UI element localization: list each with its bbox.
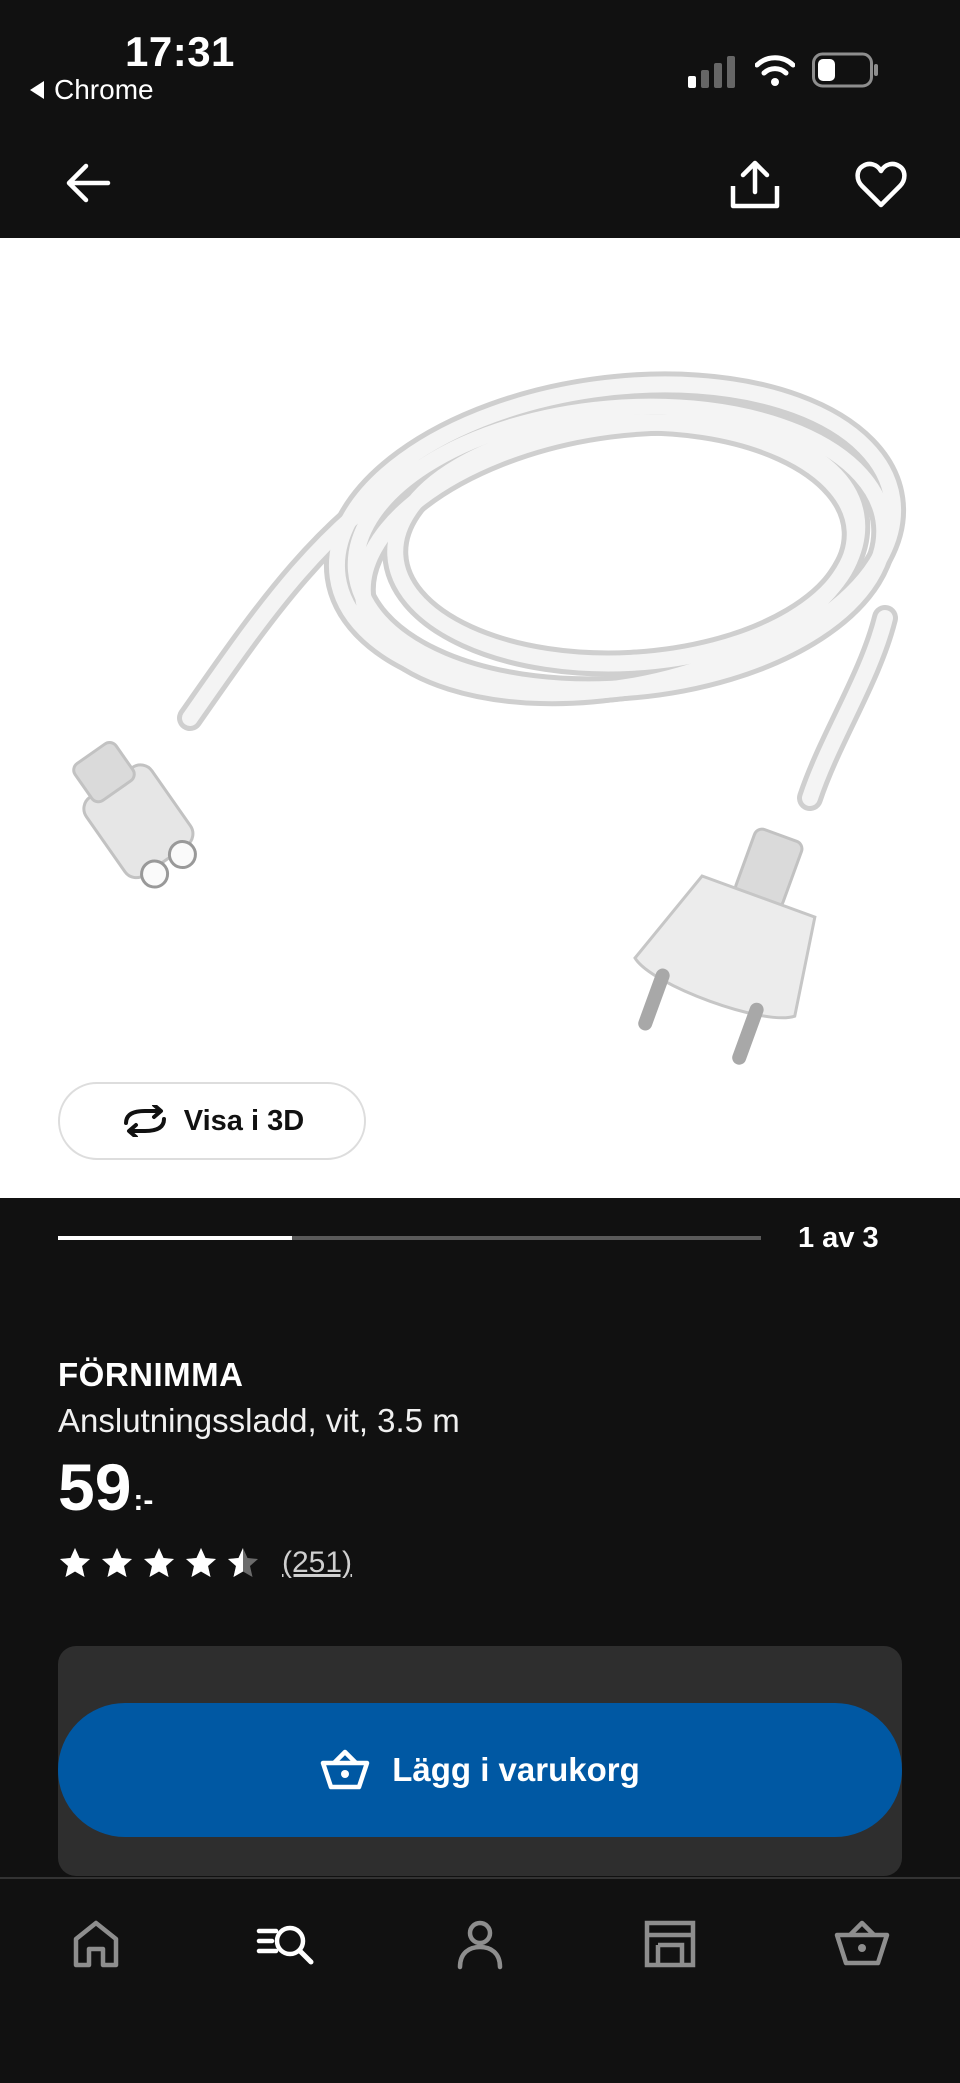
battery-icon [812, 52, 878, 88]
product-image-gallery[interactable]: Visa i 3D [0, 238, 960, 1198]
product-rating[interactable]: (251) [58, 1546, 352, 1580]
star-icon [102, 1548, 132, 1577]
add-to-cart-panel: Lägg i varukorg [58, 1646, 902, 1876]
share-icon[interactable] [728, 158, 782, 212]
add-to-cart-button[interactable]: Lägg i varukorg [58, 1703, 902, 1837]
review-count-link[interactable]: (251) [282, 1546, 352, 1580]
wifi-icon [755, 55, 795, 86]
status-time: 17:31 [125, 28, 235, 75]
gallery-page-indicator: 1 av 3 [798, 1222, 879, 1254]
product-price: 59 :- [58, 1454, 153, 1520]
heart-icon[interactable] [854, 158, 908, 212]
view-in-3d-button[interactable]: Visa i 3D [58, 1082, 366, 1160]
star-icon [186, 1548, 216, 1577]
star-icon [144, 1548, 174, 1577]
rating-stars [58, 1546, 260, 1580]
search-icon[interactable] [256, 1913, 316, 1973]
gallery-progress-bar [58, 1236, 761, 1240]
home-icon[interactable] [66, 1913, 126, 1973]
basket-icon [320, 1749, 370, 1790]
star-icon [60, 1548, 90, 1577]
bottom-tab-bar [0, 1877, 960, 2083]
basket-icon[interactable] [832, 1913, 892, 1973]
back-arrow-icon[interactable] [60, 155, 116, 211]
store-icon[interactable] [640, 1913, 700, 1973]
product-description: Anslutningssladd, vit, 3.5 m [58, 1402, 460, 1439]
price-value: 59 [58, 1450, 132, 1524]
view-in-3d-label: Visa i 3D [183, 1104, 305, 1137]
back-triangle-icon [30, 81, 44, 99]
back-app-label: Chrome [54, 74, 154, 105]
back-to-app-link[interactable]: Chrome [30, 74, 154, 106]
product-name: FÖRNIMMA [58, 1356, 244, 1393]
price-suffix: :- [133, 1484, 154, 1517]
profile-icon[interactable] [450, 1913, 510, 1973]
gallery-progress-fill [58, 1236, 293, 1240]
add-to-cart-label: Lägg i varukorg [392, 1751, 640, 1788]
signal-icon [688, 56, 735, 88]
star-icon [228, 1548, 258, 1577]
rotate-3d-icon [123, 1105, 166, 1137]
product-image-power-cord [72, 371, 907, 1065]
